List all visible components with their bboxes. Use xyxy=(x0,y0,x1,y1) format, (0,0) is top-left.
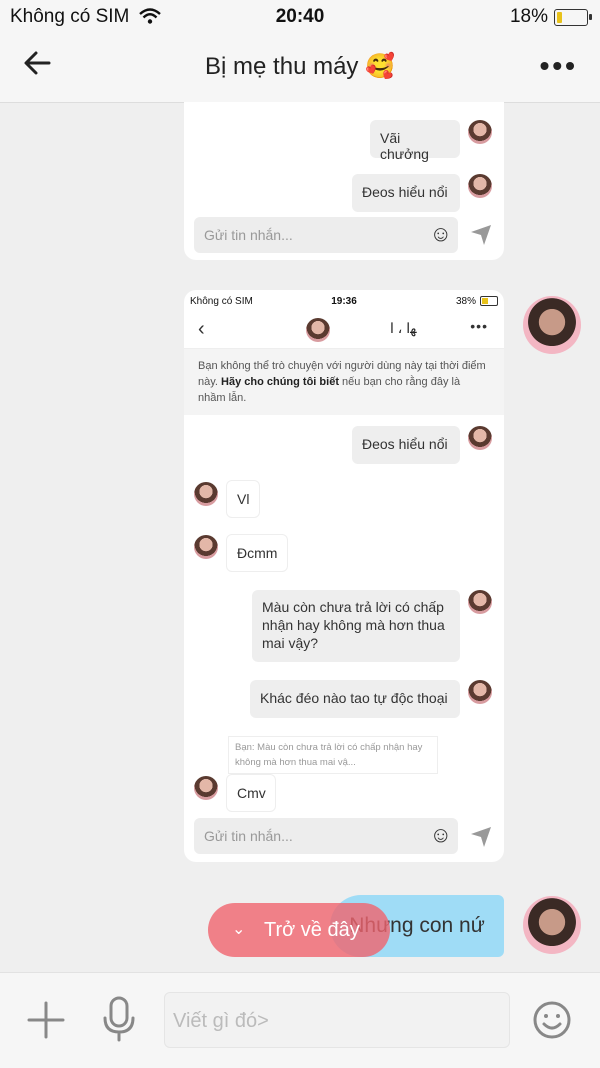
sender-avatar xyxy=(523,896,581,954)
message-bubble: Đeos hiểu nổi xyxy=(352,174,460,212)
reply-quote: Bạn: Màu còn chưa trả lời có chấp nhận h… xyxy=(228,736,438,774)
status-bar: Không có SIM 20:40 18% xyxy=(0,0,600,34)
scroll-to-here-button[interactable]: ⌄ Trở về đây xyxy=(208,903,390,957)
shared-screenshot[interactable]: Không có SIM 19:36 38% ‹ ﻬا ، ا ••• Bạn … xyxy=(184,290,504,862)
avatar xyxy=(194,482,218,506)
sender-avatar xyxy=(523,296,581,354)
message-bubble: Màu còn chưa trả lời có chấp nhận hay kh… xyxy=(252,590,460,662)
message-bubble: Khác đéo nào tao tự độc thoại xyxy=(250,680,460,718)
message-bubble: Vãi chưởng xyxy=(370,120,460,162)
input-placeholder: Gửi tin nhắn... xyxy=(204,227,293,243)
chevron-down-icon: ⌄ xyxy=(232,921,246,938)
avatar xyxy=(468,120,492,144)
mini-input-placeholder: Gửi tin nhắn... xyxy=(204,828,293,844)
plus-icon[interactable] xyxy=(26,1000,66,1045)
mini-battery: 38% xyxy=(455,296,476,307)
message-bubble: Đcmm xyxy=(226,534,288,572)
notice-link: Hãy cho chúng tôi biết xyxy=(221,376,339,388)
send-icon[interactable] xyxy=(470,224,492,251)
mini-send-icon xyxy=(470,826,492,853)
message-bubble: Đeos hiểu nổi xyxy=(352,426,460,464)
emoji-icon[interactable] xyxy=(532,1000,572,1045)
message-bubble: Cmv xyxy=(226,774,276,812)
avatar xyxy=(468,590,492,614)
mini-emoji-icon: ☺ xyxy=(429,822,452,847)
avatar xyxy=(194,535,218,559)
emoji-icon[interactable]: ☺ xyxy=(430,223,452,245)
mini-battery-icon xyxy=(480,296,498,306)
battery-percent: 18% xyxy=(509,6,548,27)
battery-icon xyxy=(554,9,592,26)
microphone-icon[interactable] xyxy=(102,996,136,1047)
chat-title: Bị mẹ thu máy 🥰 xyxy=(205,53,395,80)
block-notice: Bạn không thể trò chuyện với người dùng … xyxy=(184,349,504,415)
mini-header: ‹ ﻬا ، ا ••• xyxy=(184,312,504,349)
avatar xyxy=(468,426,492,450)
message-bubble: Vl xyxy=(226,480,260,518)
mini-header-title: ﻬا ، ا xyxy=(390,320,417,336)
message-input[interactable]: Gửi tin nhắn... ☺ xyxy=(194,217,458,253)
more-options-icon[interactable]: ••• xyxy=(540,50,578,82)
avatar xyxy=(468,680,492,704)
scroll-to-here-label: Trở về đây xyxy=(264,919,360,941)
mini-message-input: Gửi tin nhắn... ☺ xyxy=(194,818,458,854)
chat-header: Bị mẹ thu máy 🥰 ••• xyxy=(0,34,600,103)
mini-header-avatar xyxy=(306,318,330,342)
composer-input[interactable]: Viết gì đó> xyxy=(164,992,510,1048)
avatar xyxy=(468,174,492,198)
mini-more-icon: ••• xyxy=(470,318,488,334)
mini-status-bar: Không có SIM 19:36 38% xyxy=(184,290,504,312)
message-card-top: Vãi chưởng Đeos hiểu nổi Gửi tin nhắn...… xyxy=(184,102,504,260)
mini-back-icon: ‹ xyxy=(198,318,205,340)
avatar xyxy=(194,776,218,800)
